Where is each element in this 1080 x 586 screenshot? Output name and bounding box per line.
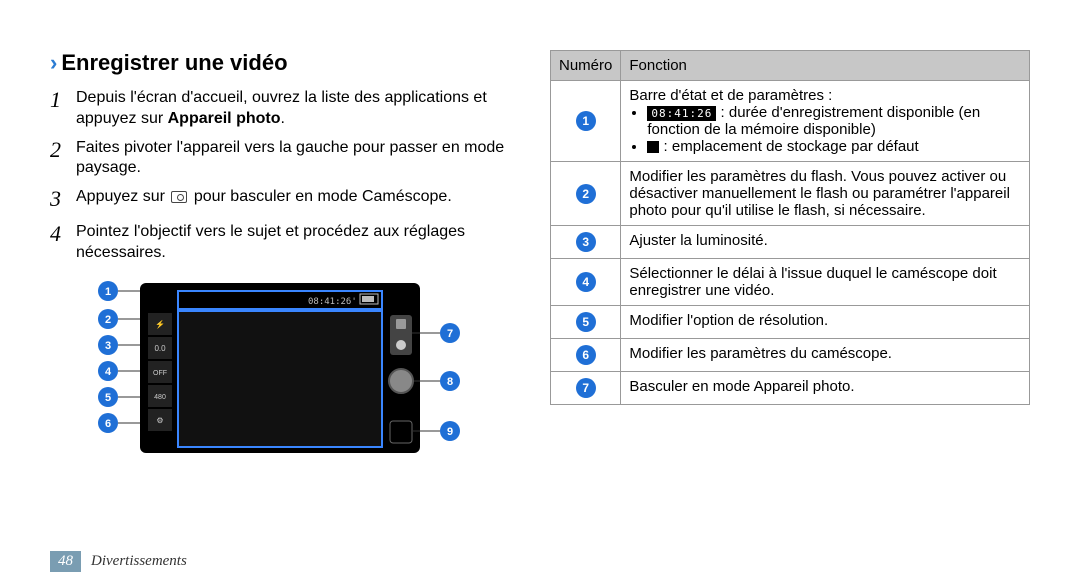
svg-text:OFF: OFF <box>153 370 167 377</box>
camcorder-diagram: 1 2 3 4 5 6 08:41:26' <box>50 273 510 463</box>
callout-2: 2 <box>576 184 596 204</box>
table-row: 3 Ajuster la luminosité. <box>551 226 1030 259</box>
cell-body: Basculer en mode Appareil photo. <box>621 372 1030 405</box>
storage-icon <box>647 141 659 153</box>
row1-intro: Barre d'état et de paramètres : <box>629 87 832 104</box>
step-body: Appuyez sur pour basculer en mode Camésc… <box>76 185 510 214</box>
step-2: 2 Faites pivoter l'appareil vers la gauc… <box>50 136 510 180</box>
step-number: 1 <box>50 86 76 130</box>
callout-6: 6 <box>576 345 596 365</box>
section-title: ›Enregistrer une vidéo <box>50 50 510 76</box>
page-footer: 48 Divertissements <box>50 551 187 572</box>
cell-body: Ajuster la luminosité. <box>621 226 1030 259</box>
svg-text:⚙: ⚙ <box>156 416 163 425</box>
svg-text:6: 6 <box>105 418 111 430</box>
svg-text:3: 3 <box>105 340 111 352</box>
svg-text:1: 1 <box>105 286 111 298</box>
step-number: 4 <box>50 220 76 264</box>
callout-4: 4 <box>576 272 596 292</box>
table-header-row: Numéro Fonction <box>551 51 1030 81</box>
svg-text:08:41:26': 08:41:26' <box>308 297 357 307</box>
row1-bullet-1: 08:41:26 : durée d'enregistrement dispon… <box>647 104 1021 138</box>
diagram-svg: 1 2 3 4 5 6 08:41:26' <box>90 273 470 463</box>
step-number: 3 <box>50 185 76 214</box>
chapter-name: Divertissements <box>91 553 187 570</box>
svg-text:8: 8 <box>447 376 453 388</box>
table-row: 2 Modifier les paramètres du flash. Vous… <box>551 162 1030 226</box>
svg-text:4: 4 <box>105 366 112 378</box>
row1-bullet-2: : emplacement de stockage par défaut <box>647 138 1021 155</box>
chevron-icon: › <box>50 50 57 75</box>
step-body: Pointez l'objectif vers le sujet et proc… <box>76 220 510 264</box>
step-number: 2 <box>50 136 76 180</box>
cell-body: Modifier les paramètres du flash. Vous p… <box>621 162 1030 226</box>
section-title-text: Enregistrer une vidéo <box>61 50 287 75</box>
svg-text:9: 9 <box>447 426 453 438</box>
svg-text:2: 2 <box>105 314 111 326</box>
cell-body: Sélectionner le délai à l'issue duquel l… <box>621 259 1030 306</box>
cell-body: Modifier l'option de résolution. <box>621 306 1030 339</box>
duration-lcd-icon: 08:41:26 <box>647 106 716 121</box>
svg-text:5: 5 <box>105 392 111 404</box>
th-fonction: Fonction <box>621 51 1030 81</box>
table-row: 1 Barre d'état et de paramètres : 08:41:… <box>551 81 1030 162</box>
svg-text:0.0: 0.0 <box>154 344 166 353</box>
table-row: 4 Sélectionner le délai à l'issue duquel… <box>551 259 1030 306</box>
callout-7: 7 <box>576 378 596 398</box>
svg-text:480: 480 <box>154 394 166 401</box>
svg-text:7: 7 <box>447 328 453 340</box>
cell-body: Modifier les paramètres du caméscope. <box>621 339 1030 372</box>
callout-1: 1 <box>576 111 596 131</box>
page-number: 48 <box>50 551 81 572</box>
camera-icon <box>171 191 187 203</box>
cell-body: Barre d'état et de paramètres : 08:41:26… <box>621 81 1030 162</box>
function-table: Numéro Fonction 1 Barre d'état et de par… <box>550 50 1030 405</box>
table-row: 7 Basculer en mode Appareil photo. <box>551 372 1030 405</box>
svg-text:⚡: ⚡ <box>155 319 165 329</box>
step-body: Faites pivoter l'appareil vers la gauche… <box>76 136 510 180</box>
step-4: 4 Pointez l'objectif vers le sujet et pr… <box>50 220 510 264</box>
step-1: 1 Depuis l'écran d'accueil, ouvrez la li… <box>50 86 510 130</box>
table-row: 5 Modifier l'option de résolution. <box>551 306 1030 339</box>
table-row: 6 Modifier les paramètres du caméscope. <box>551 339 1030 372</box>
callout-3: 3 <box>576 232 596 252</box>
step-body: Depuis l'écran d'accueil, ouvrez la list… <box>76 86 510 130</box>
callout-5: 5 <box>576 312 596 332</box>
step-3: 3 Appuyez sur pour basculer en mode Camé… <box>50 185 510 214</box>
th-numero: Numéro <box>551 51 621 81</box>
